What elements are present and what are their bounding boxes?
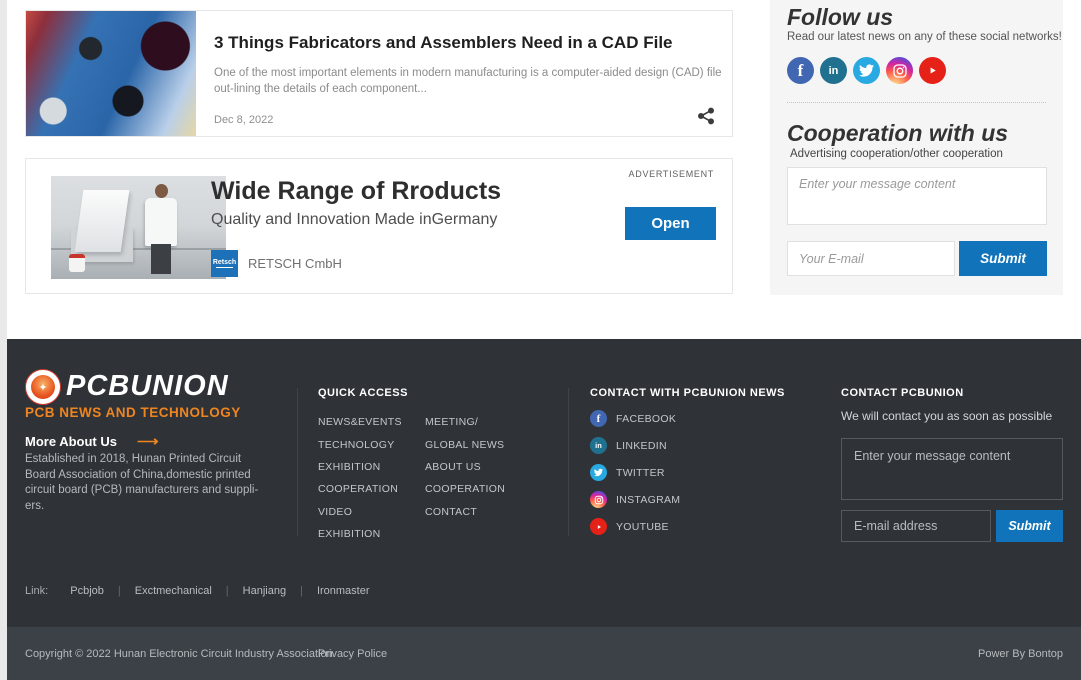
link-hanjiang[interactable]: Hanjiang bbox=[243, 585, 286, 597]
quick-access-col1: NEWS&EVENTS TECHNOLOGY EXHIBITION COOPER… bbox=[318, 411, 402, 545]
footer-facebook-link[interactable]: f FACEBOOK bbox=[590, 405, 680, 432]
social-icons-row: f in bbox=[787, 57, 946, 84]
footer-twitter-link[interactable]: TWITTER bbox=[590, 459, 680, 486]
quick-access-col2: MEETING/ GLOBAL NEWS ABOUT US COOPERATIO… bbox=[425, 411, 505, 523]
ad-open-button[interactable]: Open bbox=[625, 207, 716, 240]
youtube-icon bbox=[590, 518, 607, 535]
footer: ✦ PCBUNION PCB NEWS AND TECHNOLOGY More … bbox=[0, 339, 1081, 627]
ad-subtitle: Quality and Innovation Made inGermany bbox=[211, 211, 497, 229]
cooperation-message-input[interactable] bbox=[787, 167, 1047, 225]
brand-name: PCBUNION bbox=[66, 370, 229, 403]
footer-divider-1 bbox=[297, 388, 298, 536]
link-separator: | bbox=[118, 585, 121, 597]
power-by-text: Power By Bontop bbox=[978, 648, 1063, 660]
advertiser-row: Retsch RETSCH CmbH bbox=[211, 250, 342, 277]
pcbunion-logo-icon: ✦ bbox=[25, 369, 61, 405]
article-date: Dec 8, 2022 bbox=[214, 114, 273, 126]
twitter-icon bbox=[590, 464, 607, 481]
arrow-right-icon: ⟶ bbox=[137, 432, 159, 450]
contact-message-input[interactable] bbox=[841, 438, 1063, 500]
quick-access-title: QUICK ACCESS bbox=[318, 387, 408, 399]
footer-link-news-events[interactable]: NEWS&EVENTS bbox=[318, 411, 402, 433]
partner-links-row: Link: Pcbjob | Exctmechanical | Hanjiang… bbox=[25, 585, 370, 597]
instagram-icon bbox=[590, 491, 607, 508]
copyright-bar: Copyright © 2022 Hunan Electronic Circui… bbox=[0, 627, 1081, 680]
twitter-icon[interactable] bbox=[853, 57, 880, 84]
ad-image bbox=[51, 176, 226, 279]
sidebar-divider bbox=[787, 102, 1046, 103]
footer-link-technology[interactable]: TECHNOLOGY bbox=[318, 433, 402, 455]
retsch-logo: Retsch bbox=[211, 250, 238, 277]
contact-submit-button[interactable]: Submit bbox=[996, 510, 1063, 542]
facebook-icon[interactable]: f bbox=[787, 57, 814, 84]
footer-link-contact[interactable]: CONTACT bbox=[425, 501, 505, 523]
footer-link-exhibition-2[interactable]: EXHIBITION bbox=[318, 523, 402, 545]
follow-us-title: Follow us bbox=[787, 4, 893, 31]
contact-pcbunion-section: CONTACT PCBUNION We will contact you as … bbox=[841, 339, 1063, 627]
footer-youtube-link[interactable]: YOUTUBE bbox=[590, 513, 680, 540]
instagram-icon[interactable] bbox=[886, 57, 913, 84]
facebook-icon: f bbox=[590, 410, 607, 427]
article-thumbnail-image bbox=[26, 11, 196, 136]
footer-link-global-news[interactable]: GLOBAL NEWS bbox=[425, 433, 505, 455]
footer-instagram-link[interactable]: INSTAGRAM bbox=[590, 486, 680, 513]
brand-tagline: PCB NEWS AND TECHNOLOGY bbox=[25, 405, 241, 420]
contact-news-list: f FACEBOOK in LINKEDIN TWITTER INSTAGRAM bbox=[590, 405, 680, 540]
footer-link-cooperation[interactable]: COOPERATION bbox=[318, 478, 402, 500]
links-label: Link: bbox=[25, 585, 48, 597]
link-exctmechanical[interactable]: Exctmechanical bbox=[135, 585, 212, 597]
page: 3 Things Fabricators and Assemblers Need… bbox=[0, 0, 1081, 680]
footer-link-about-us[interactable]: ABOUT US bbox=[425, 456, 505, 478]
share-icon[interactable] bbox=[696, 106, 716, 126]
contact-pcbunion-subtitle: We will contact you as soon as possible bbox=[841, 409, 1052, 423]
privacy-police-link[interactable]: Privacy Police bbox=[318, 648, 387, 660]
cooperation-subtitle: Advertising cooperation/other cooperatio… bbox=[790, 148, 1003, 160]
contact-email-input[interactable] bbox=[841, 510, 991, 542]
page-left-edge bbox=[0, 0, 7, 680]
advertisement-card: ADVERTISEMENT Wide Range of Rroducts Qua… bbox=[25, 158, 733, 294]
cooperation-email-input[interactable] bbox=[787, 241, 955, 276]
ad-title[interactable]: Wide Range of Rroducts bbox=[211, 177, 501, 206]
article-title[interactable]: 3 Things Fabricators and Assemblers Need… bbox=[214, 33, 673, 53]
contact-pcbunion-title: CONTACT PCBUNION bbox=[841, 387, 964, 399]
youtube-icon[interactable] bbox=[919, 57, 946, 84]
article-card[interactable]: 3 Things Fabricators and Assemblers Need… bbox=[25, 10, 733, 137]
brand-description: Established in 2018, Hunan Printed Circu… bbox=[25, 452, 263, 514]
cooperation-title: Cooperation with us bbox=[787, 120, 1008, 147]
linkedin-icon: in bbox=[590, 437, 607, 454]
advertiser-name: RETSCH CmbH bbox=[248, 256, 342, 271]
footer-link-cooperation-2[interactable]: COOPERATION bbox=[425, 478, 505, 500]
article-excerpt: One of the most important elements in mo… bbox=[214, 65, 724, 97]
linkedin-icon[interactable]: in bbox=[820, 57, 847, 84]
footer-link-video[interactable]: VIDEO bbox=[318, 501, 402, 523]
link-pcbjob[interactable]: Pcbjob bbox=[70, 585, 104, 597]
advertisement-label: ADVERTISEMENT bbox=[629, 169, 714, 179]
footer-link-exhibition[interactable]: EXHIBITION bbox=[318, 456, 402, 478]
footer-linkedin-link[interactable]: in LINKEDIN bbox=[590, 432, 680, 459]
footer-link-meeting[interactable]: MEETING/ bbox=[425, 411, 505, 433]
link-ironmaster[interactable]: Ironmaster bbox=[317, 585, 370, 597]
more-about-us-link[interactable]: More About Us ⟶ bbox=[25, 432, 158, 450]
footer-divider-2 bbox=[568, 388, 569, 536]
sidebar: Follow us Read our latest news on any of… bbox=[770, 0, 1063, 295]
contact-news-title: CONTACT WITH PCBUNION NEWS bbox=[590, 387, 785, 399]
copyright-text: Copyright © 2022 Hunan Electronic Circui… bbox=[25, 648, 333, 660]
follow-us-subtitle: Read our latest news on any of these soc… bbox=[787, 31, 1062, 43]
link-separator: | bbox=[226, 585, 229, 597]
cooperation-submit-button[interactable]: Submit bbox=[959, 241, 1047, 276]
link-separator: | bbox=[300, 585, 303, 597]
